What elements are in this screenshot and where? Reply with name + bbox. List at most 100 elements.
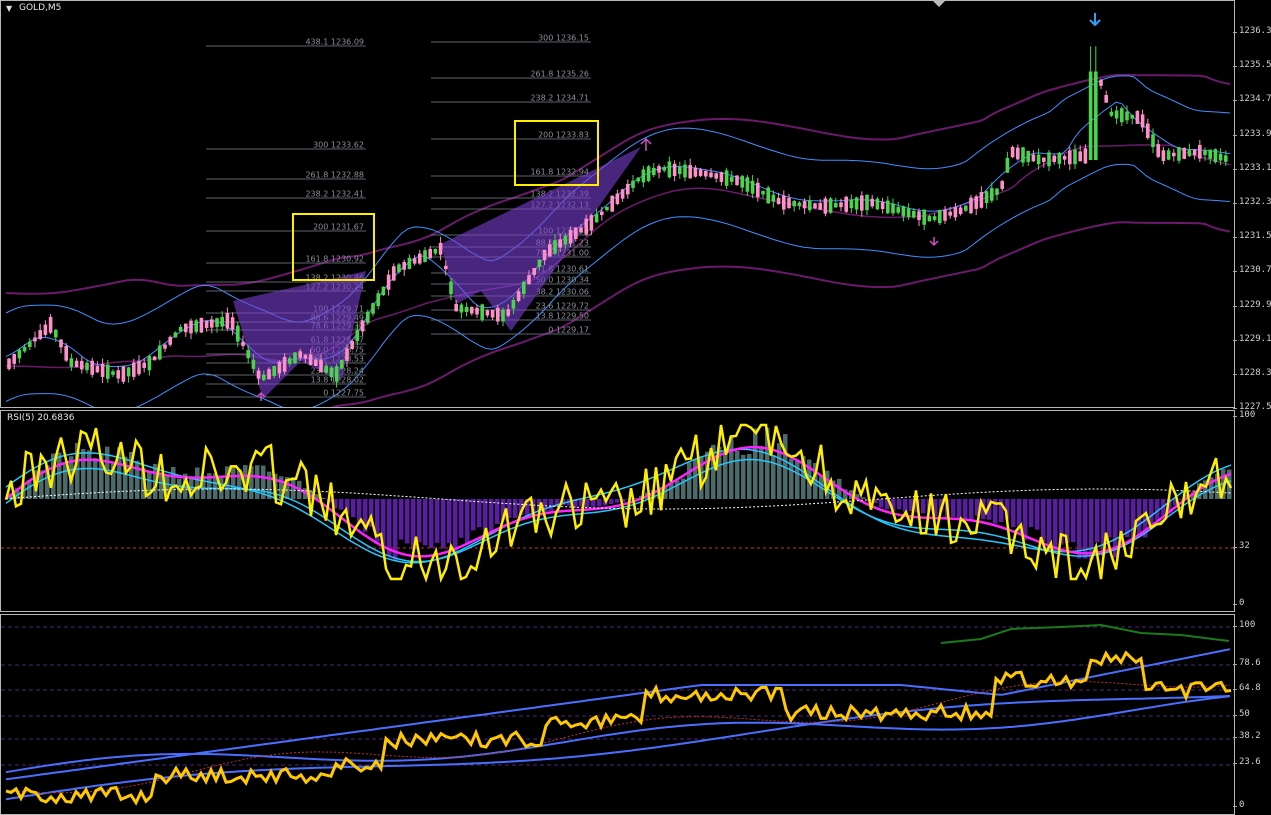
candle-body — [381, 286, 386, 296]
rsi-indicator-pane[interactable]: RSI(5) 20.6836 — [0, 410, 1235, 612]
candle-body — [506, 309, 510, 316]
candle-body — [126, 367, 131, 377]
candle-body — [100, 363, 105, 377]
rsi-histogram-bar — [963, 499, 968, 519]
price-tick: 1235.59 — [1233, 60, 1271, 70]
price-tick: 1232.39 — [1233, 197, 1271, 207]
osc-tick: 38.2 — [1233, 731, 1261, 741]
candle-body — [714, 173, 718, 179]
rsi-histogram-bar — [1035, 499, 1040, 530]
candle-body — [1166, 150, 1171, 160]
candle-body — [345, 348, 349, 361]
rsi-histogram-bar — [195, 467, 200, 499]
price-tick: 1231.59 — [1233, 231, 1271, 241]
candle-body — [917, 211, 921, 220]
candle-body — [1135, 110, 1140, 124]
candle-body — [22, 347, 27, 352]
candle-body — [1036, 154, 1041, 165]
candle-body — [59, 339, 63, 348]
candle-body — [298, 351, 302, 358]
candle-body — [522, 281, 526, 294]
candle-body — [74, 360, 79, 367]
candle-body — [194, 320, 198, 332]
price-tick: 1234.79 — [1233, 94, 1271, 104]
candle-body — [116, 370, 120, 379]
candle-body — [1094, 71, 1098, 161]
candle-body — [1161, 150, 1166, 161]
candle-body — [880, 201, 885, 210]
rsi-histogram-bar — [453, 499, 458, 552]
candle-body — [459, 304, 464, 313]
rsi-histogram-bar — [1011, 499, 1016, 528]
price-axis[interactable]: 1236.39 1235.59 1234.79 1233.99 1233.19 1232.… — [1233, 0, 1271, 412]
rsi-histogram-bar — [465, 499, 470, 545]
rsi-histogram-bar — [615, 499, 620, 503]
osc-tick: 50 — [1233, 709, 1250, 719]
candle-body — [1062, 156, 1067, 160]
candle-body — [272, 365, 276, 376]
rsi-tick: 0 — [1232, 598, 1245, 608]
candle-body — [964, 205, 968, 211]
candle-body — [210, 319, 214, 328]
candle-body — [563, 235, 568, 245]
candle-body — [662, 167, 666, 171]
candle-body — [719, 172, 724, 182]
rsi-histogram-bar — [747, 453, 752, 499]
candle-body — [693, 167, 698, 177]
candle-body — [1130, 114, 1134, 119]
candle-body — [173, 332, 178, 338]
candle-body — [688, 164, 692, 179]
fib-2-level-label: 38.2 1230.06 — [536, 288, 589, 297]
candle-body — [303, 354, 308, 359]
candle-body — [1198, 144, 1202, 159]
rsi-histogram-bar — [171, 466, 176, 499]
dropdown-triangle-icon[interactable]: ▼ — [6, 4, 12, 13]
candle-body — [579, 227, 583, 233]
candle-body — [137, 360, 141, 375]
candle-body — [1151, 134, 1155, 148]
candle-body — [589, 215, 594, 231]
scroll-marker-icon — [933, 1, 945, 7]
oscillator-pane[interactable] — [0, 614, 1235, 815]
rsi-histogram-bar — [1023, 499, 1028, 540]
candle-body — [241, 341, 245, 347]
candle-body — [594, 213, 599, 223]
rsi-histogram-bar — [585, 499, 590, 508]
candle-body — [1021, 147, 1025, 163]
rsi-histogram-bar — [255, 465, 260, 499]
candle-body — [178, 326, 183, 332]
candle-body — [657, 166, 661, 173]
candle-body — [1187, 149, 1192, 157]
candle-body — [121, 366, 126, 382]
candle-body — [267, 369, 271, 380]
candle-body — [1120, 108, 1124, 123]
candle-body — [246, 349, 250, 359]
rsi-histogram-bar — [879, 499, 884, 508]
rsi-histogram-bar — [489, 499, 494, 535]
candle-body — [709, 172, 713, 178]
price-chart-canvas[interactable]: 438.1 1236.09 300 1233.62 261.8 1232.88 238… — [1, 1, 1235, 408]
candle-body — [423, 250, 427, 262]
rsi-label: RSI(5) 20.6836 — [7, 413, 75, 423]
oscillator-blue-mid — [5, 695, 1231, 774]
candle-body — [834, 202, 838, 208]
rsi-histogram-bar — [57, 452, 62, 499]
candle-body — [85, 362, 89, 371]
candle-body — [470, 307, 474, 314]
price-chart-pane[interactable]: 438.1 1236.09 300 1233.62 261.8 1232.88 238… — [0, 0, 1235, 408]
candle-body — [324, 365, 328, 373]
candle-body — [444, 265, 448, 270]
candle-body — [412, 258, 417, 264]
candle-body — [1114, 110, 1119, 119]
candle-body — [111, 371, 115, 375]
rsi-histogram-bar — [231, 465, 236, 499]
candle-body — [80, 360, 84, 370]
candle-body — [392, 266, 396, 281]
candle-body — [189, 320, 193, 334]
candle-body — [995, 188, 999, 195]
candle-body — [407, 257, 412, 269]
rsi-histogram-bar — [759, 446, 764, 499]
candle-body — [1203, 150, 1207, 156]
rsi-histogram-bar — [423, 499, 428, 546]
rsi-histogram-bar — [1107, 499, 1112, 538]
